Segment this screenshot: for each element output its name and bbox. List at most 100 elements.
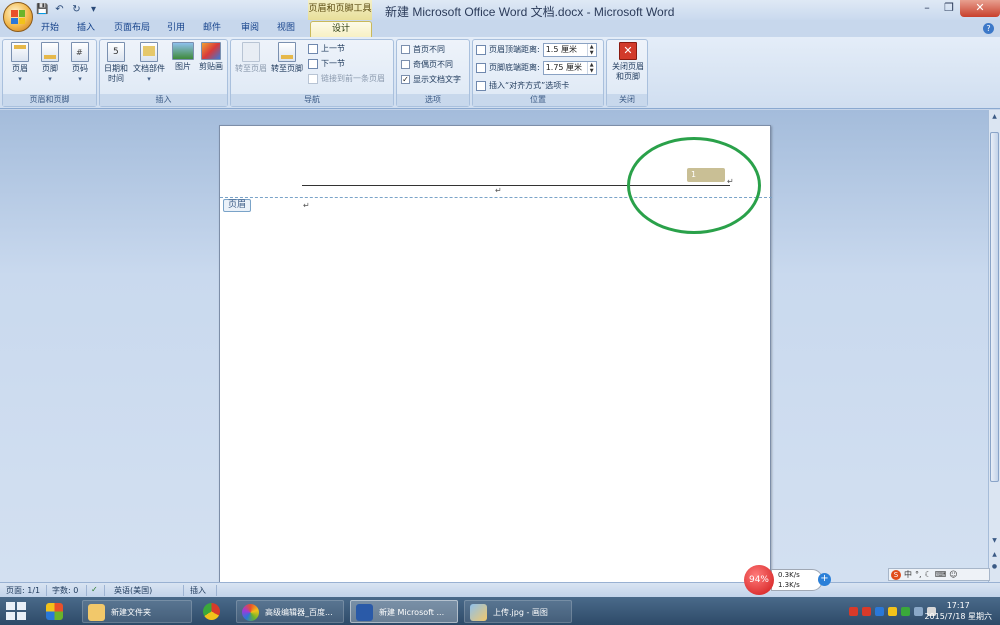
header-button[interactable]: 页眉 ▾ xyxy=(5,42,35,84)
goto-footer-button[interactable]: 转至页脚 xyxy=(269,42,305,74)
footer-from-bottom-spinner[interactable]: 1.75 厘米 ▲ ▼ xyxy=(542,60,597,75)
tray-alert-icon[interactable] xyxy=(862,606,871,616)
office-logo-icon xyxy=(11,10,25,24)
status-separator xyxy=(216,585,217,596)
insert-alignment-tab-button[interactable]: 插入“对齐方式”选项卡 xyxy=(476,79,569,92)
tab-review[interactable]: 审阅 xyxy=(236,21,264,37)
ime-moon-icon[interactable]: ☾ xyxy=(925,570,932,579)
header-icon xyxy=(11,42,29,62)
download-speed: 1.3K/s xyxy=(778,581,800,589)
chevron-down-icon: ▾ xyxy=(48,75,52,83)
customize-toolbar-icon[interactable]: ▾ xyxy=(87,3,100,16)
help-icon[interactable]: ? xyxy=(983,23,994,34)
taskbar-app[interactable] xyxy=(196,600,232,623)
header-tag: 页眉 xyxy=(223,199,251,212)
ime-toolbar[interactable]: S 中 °, ☾ ⌨ ☺ xyxy=(888,568,990,581)
undo-icon[interactable]: ↶ xyxy=(53,3,66,16)
show-document-text-option[interactable]: ✓ 显示文档文字 xyxy=(401,73,461,86)
vertical-scrollbar[interactable]: ▲ ▼ ▲ ● xyxy=(988,110,1000,582)
tray-display-icon[interactable] xyxy=(914,606,923,616)
window-controls: – ❐ ✕ xyxy=(916,0,1000,17)
ime-person-icon[interactable]: ☺ xyxy=(949,570,957,579)
quick-parts-button[interactable]: 文档部件 ▾ xyxy=(131,42,167,84)
different-first-page-option[interactable]: 首页不同 xyxy=(401,43,445,56)
windows-start-icon[interactable] xyxy=(6,602,26,620)
taskbar-clock[interactable]: 17:17 2015/7/18 星期六 xyxy=(924,600,992,622)
sogou-ime-icon[interactable]: S xyxy=(891,569,901,580)
ime-punctuation-icon[interactable]: °, xyxy=(915,570,922,579)
spinner-arrows-icon[interactable]: ▲ ▼ xyxy=(586,61,596,74)
spelling-check-icon[interactable]: ✓ xyxy=(91,585,98,594)
scroll-down-icon[interactable]: ▼ xyxy=(990,536,999,546)
chevron-down-icon: ▾ xyxy=(147,75,151,83)
taskbar-app-paint[interactable]: 上传.jpg - 画图 xyxy=(464,600,572,623)
footer-button[interactable]: 页脚 ▾ xyxy=(35,42,65,84)
taskbar-app-label: 新建 Microsoft ... xyxy=(379,608,445,617)
different-first-page-checkbox[interactable] xyxy=(401,45,410,54)
previous-section-icon xyxy=(308,43,318,54)
tray-app-icon[interactable] xyxy=(849,606,858,616)
tab-page-layout[interactable]: 页面布局 xyxy=(110,21,154,37)
minimize-button[interactable]: – xyxy=(916,0,938,17)
previous-section-button[interactable]: 上一节 xyxy=(308,42,345,55)
close-icon: ✕ xyxy=(619,42,637,60)
tab-design[interactable]: 设计 xyxy=(310,21,372,37)
tab-view[interactable]: 视图 xyxy=(272,21,300,37)
close-header-footer-button[interactable]: ✕ 关闭页眉 和页脚 xyxy=(609,42,647,82)
office-button[interactable] xyxy=(3,2,33,32)
taskbar-app-folder[interactable]: 新建文件夹 xyxy=(82,600,192,623)
scroll-up-icon[interactable]: ▲ xyxy=(990,112,999,122)
status-page[interactable]: 页面: 1/1 xyxy=(6,585,40,596)
title-bar: 💾 ↶ ↻ ▾ 页眉和页脚工具 新建 Microsoft Office Word… xyxy=(0,0,1000,20)
previous-section-label: 上一节 xyxy=(321,44,345,53)
different-odd-even-checkbox[interactable] xyxy=(401,60,410,69)
status-insert-mode[interactable]: 插入 xyxy=(190,585,206,596)
restore-button[interactable]: ❐ xyxy=(938,0,960,17)
different-odd-even-option[interactable]: 奇偶页不同 xyxy=(401,58,453,71)
window-title: 新建 Microsoft Office Word 文档.docx - Micro… xyxy=(385,5,675,19)
status-separator xyxy=(183,585,184,596)
quick-parts-icon xyxy=(140,42,158,62)
taskbar-app-word[interactable]: 新建 Microsoft ... xyxy=(350,600,458,623)
clip-art-button[interactable]: 剪贴画 xyxy=(196,42,226,72)
date-time-button[interactable]: 5 日期和 时间 xyxy=(101,42,131,84)
taskbar-app[interactable] xyxy=(36,600,76,623)
status-language[interactable]: 英语(美国) xyxy=(114,585,152,596)
close-header-footer-label-2: 和页脚 xyxy=(616,72,640,81)
link-icon xyxy=(308,73,318,84)
previous-page-icon[interactable]: ▲ xyxy=(990,550,999,560)
link-to-previous-button[interactable]: 链接到前一条页眉 xyxy=(308,72,385,85)
tray-shield-icon[interactable] xyxy=(901,606,910,616)
status-separator xyxy=(86,585,87,596)
memory-usage-badge[interactable]: 94% xyxy=(744,565,774,595)
show-document-text-checkbox[interactable]: ✓ xyxy=(401,75,410,84)
chrome-icon xyxy=(203,603,220,620)
scroll-thumb[interactable] xyxy=(990,132,999,482)
ribbon: 页眉 ▾ 页脚 ▾ # 页码 ▾ 页眉和页脚 5 日期和 时间 文档部件 ▾ 图… xyxy=(0,37,1000,109)
ime-keyboard-icon[interactable]: ⌨ xyxy=(935,570,947,579)
clip-art-label: 剪贴画 xyxy=(199,62,223,71)
goto-header-button[interactable]: 转至页眉 xyxy=(233,42,269,74)
tab-references[interactable]: 引用 xyxy=(162,21,190,37)
redo-icon[interactable]: ↻ xyxy=(70,3,83,16)
next-section-button[interactable]: 下一节 xyxy=(308,57,345,70)
close-button[interactable]: ✕ xyxy=(960,0,1000,17)
page-number-button[interactable]: # 页码 ▾ xyxy=(65,42,95,84)
tab-insert[interactable]: 插入 xyxy=(72,21,100,37)
status-words[interactable]: 字数: 0 xyxy=(52,585,78,596)
ime-mode-icon[interactable]: 中 xyxy=(904,569,912,580)
picture-button[interactable]: 图片 xyxy=(168,42,198,72)
accelerate-icon[interactable]: + xyxy=(818,573,831,586)
save-icon[interactable]: 💾 xyxy=(36,3,49,16)
taskbar-app-browser[interactable]: 高级编辑器_百度... xyxy=(236,600,344,623)
tab-mailings[interactable]: 邮件 xyxy=(198,21,226,37)
spinner-arrows-icon[interactable]: ▲ ▼ xyxy=(586,43,596,56)
tray-security-icon[interactable] xyxy=(875,606,884,616)
link-to-previous-label: 链接到前一条页眉 xyxy=(321,74,385,83)
tray-network-icon[interactable] xyxy=(888,606,897,616)
header-from-top-spinner[interactable]: 1.5 厘米 ▲ ▼ xyxy=(542,42,597,57)
goto-footer-icon xyxy=(278,42,296,62)
select-browse-object-icon[interactable]: ● xyxy=(990,562,999,572)
tab-home[interactable]: 开始 xyxy=(36,21,64,37)
network-speed-widget[interactable]: 0.3K/s 1.3K/s 94% + xyxy=(744,565,831,595)
